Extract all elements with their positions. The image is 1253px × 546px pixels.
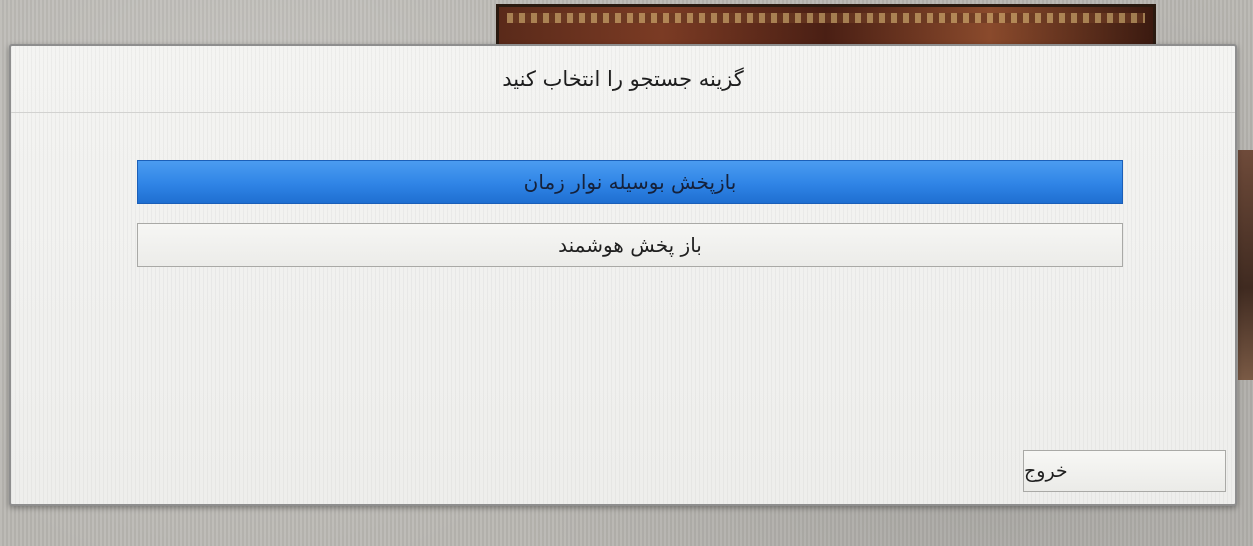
search-options-dialog: گزینه جستجو را انتخاب کنید بازپخش بوسیله… bbox=[9, 44, 1237, 506]
exit-button-label: خروج bbox=[1024, 460, 1068, 482]
background-edge bbox=[1238, 150, 1253, 380]
option-timeline-playback[interactable]: بازپخش بوسیله نوار زمان bbox=[137, 160, 1123, 204]
dialog-title: گزینه جستجو را انتخاب کنید bbox=[502, 67, 744, 91]
exit-button[interactable]: خروج bbox=[1023, 450, 1226, 492]
option-timeline-playback-label: بازپخش بوسیله نوار زمان bbox=[523, 170, 737, 194]
option-smart-playback-label: باز پخش هوشمند bbox=[558, 233, 702, 257]
option-smart-playback[interactable]: باز پخش هوشمند bbox=[137, 223, 1123, 267]
dialog-header: گزینه جستجو را انتخاب کنید bbox=[11, 46, 1235, 113]
background-picture-frame bbox=[496, 4, 1156, 48]
